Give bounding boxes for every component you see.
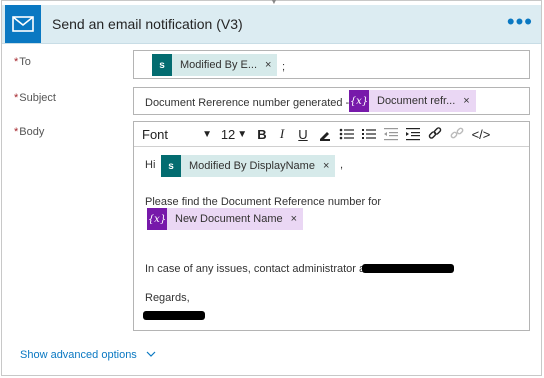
font-size-dropdown[interactable]: 12 ▼ bbox=[216, 122, 252, 146]
italic-button[interactable]: I bbox=[272, 122, 292, 146]
redacted-email bbox=[362, 264, 454, 273]
chevron-down-icon: ▼ bbox=[237, 128, 248, 140]
chevron-down-icon bbox=[146, 349, 156, 361]
expression-icon: {x} bbox=[147, 208, 167, 230]
more-options-button[interactable]: ••• bbox=[507, 11, 533, 33]
sharepoint-icon: s bbox=[161, 155, 181, 177]
increase-indent-icon[interactable] bbox=[402, 122, 424, 146]
body-line-3: Regards, bbox=[145, 292, 190, 304]
bold-button[interactable]: B bbox=[252, 122, 272, 146]
mail-icon bbox=[5, 5, 41, 43]
link-icon[interactable] bbox=[424, 122, 446, 146]
subject-text: Document Rererence number generated - bbox=[145, 97, 350, 109]
subject-token[interactable]: {x} Document refr... × bbox=[349, 90, 476, 112]
redacted-signature bbox=[143, 311, 205, 320]
to-separator: ; bbox=[282, 61, 286, 73]
body-token-label: Modified By DisplayName bbox=[189, 160, 315, 172]
font-dropdown[interactable]: Font ▼ bbox=[134, 122, 216, 146]
highlight-icon[interactable] bbox=[314, 122, 336, 146]
subject-token-label: Document refr... bbox=[377, 95, 456, 107]
remove-token-button[interactable]: × bbox=[323, 160, 329, 172]
underline-button[interactable]: U bbox=[292, 122, 314, 146]
body-label: *Body bbox=[14, 126, 45, 138]
subject-label: *Subject bbox=[14, 92, 56, 104]
numbered-list-icon[interactable] bbox=[358, 122, 380, 146]
action-header[interactable]: Send an email notification (V3) ••• bbox=[2, 5, 541, 44]
subject-field[interactable]: Document Rererence number generated - {x… bbox=[133, 87, 530, 115]
to-label: *To bbox=[14, 56, 31, 68]
sharepoint-icon: s bbox=[152, 54, 172, 76]
code-view-button[interactable]: </> bbox=[468, 122, 494, 146]
show-advanced-options-link[interactable]: Show advanced options bbox=[20, 349, 156, 361]
decrease-indent-icon[interactable] bbox=[380, 122, 402, 146]
body-editor[interactable]: Font ▼ 12 ▼ B I U </> Hi s Modified By D… bbox=[133, 121, 530, 331]
body-token-label: New Document Name bbox=[175, 213, 283, 225]
expression-icon: {x} bbox=[349, 90, 369, 112]
action-title: Send an email notification (V3) bbox=[52, 16, 243, 32]
body-greeting: Hi bbox=[145, 159, 156, 171]
body-token-document-name[interactable]: {x} New Document Name × bbox=[147, 208, 304, 230]
body-line-1: Please find the Document Reference numbe… bbox=[145, 196, 382, 208]
to-field[interactable]: s Modified By E... × ; bbox=[133, 50, 530, 79]
remove-token-button[interactable]: × bbox=[291, 213, 297, 225]
unlink-icon[interactable] bbox=[446, 122, 468, 146]
to-token[interactable]: s Modified By E... × bbox=[152, 54, 278, 76]
email-action-card: ▼ Send an email notification (V3) ••• *T… bbox=[1, 0, 542, 376]
bullet-list-icon[interactable] bbox=[336, 122, 358, 146]
body-toolbar: Font ▼ 12 ▼ B I U </> bbox=[134, 122, 529, 147]
to-token-label: Modified By E... bbox=[180, 59, 258, 71]
body-token-modified-by[interactable]: s Modified By DisplayName × bbox=[161, 155, 336, 177]
chevron-down-icon: ▼ bbox=[202, 128, 212, 140]
body-line-2: In case of any issues, contact administr… bbox=[145, 263, 369, 275]
greeting-comma: , bbox=[340, 159, 344, 171]
remove-token-button[interactable]: × bbox=[463, 95, 469, 107]
remove-token-button[interactable]: × bbox=[265, 59, 271, 71]
